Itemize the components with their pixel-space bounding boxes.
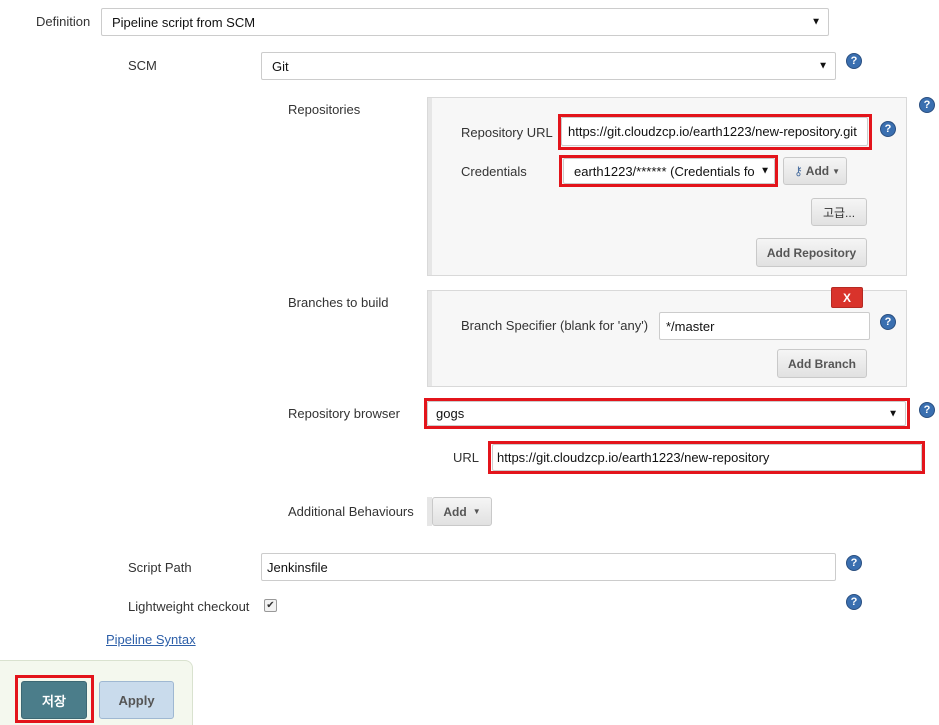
add-credentials-button[interactable]: ⚷ Add ▼: [783, 157, 847, 185]
repositories-label: Repositories: [288, 102, 361, 117]
browser-url-input[interactable]: https://git.cloudzcp.io/earth1223/new-re…: [492, 444, 922, 471]
definition-value: Pipeline script from SCM: [112, 14, 256, 30]
credentials-select[interactable]: earth1223/****** (Credentials fo ▼: [563, 158, 775, 184]
additional-behaviours-label: Additional Behaviours: [288, 504, 414, 519]
branches-label: Branches to build: [288, 295, 389, 310]
chevron-down-icon: ▼: [832, 166, 841, 176]
help-icon[interactable]: ?: [846, 594, 862, 610]
repository-browser-value: gogs: [436, 406, 465, 421]
add-behaviour-button[interactable]: Add ▼: [432, 497, 492, 526]
save-button[interactable]: 저장: [21, 681, 87, 719]
checkmark-icon: ✔: [266, 599, 275, 611]
script-path-label: Script Path: [128, 560, 192, 575]
apply-button[interactable]: Apply: [99, 681, 174, 719]
chevron-down-icon: ▼: [818, 60, 828, 72]
script-path-input[interactable]: Jenkinsfile: [261, 553, 836, 581]
help-icon[interactable]: ?: [919, 97, 935, 113]
lightweight-checkout-label: Lightweight checkout: [128, 599, 250, 614]
help-icon[interactable]: ?: [880, 121, 896, 137]
chevron-down-icon: ▼: [888, 408, 898, 419]
pipeline-syntax-link[interactable]: Pipeline Syntax: [106, 632, 196, 647]
help-icon[interactable]: ?: [880, 314, 896, 330]
scm-value: Git: [272, 58, 289, 74]
lightweight-checkout-checkbox[interactable]: ✔: [264, 599, 277, 612]
chevron-down-icon: ▼: [811, 16, 821, 28]
chevron-down-icon: ▼: [758, 165, 770, 177]
scm-select[interactable]: Git ▼: [261, 52, 836, 80]
key-icon: ⚷: [794, 164, 803, 178]
add-credentials-label: Add: [805, 164, 830, 178]
repository-url-label: Repository URL: [461, 125, 553, 140]
branch-specifier-label: Branch Specifier (blank for 'any'): [461, 318, 649, 333]
add-repository-button[interactable]: Add Repository: [756, 238, 867, 267]
help-icon[interactable]: ?: [846, 555, 862, 571]
help-icon[interactable]: ?: [846, 53, 862, 69]
help-icon[interactable]: ?: [919, 402, 935, 418]
credentials-label: Credentials: [461, 164, 527, 179]
definition-label: Definition: [36, 14, 91, 29]
repository-url-input[interactable]: https://git.cloudzcp.io/earth1223/new-re…: [561, 117, 868, 146]
browser-url-label: URL: [453, 450, 480, 465]
advanced-button[interactable]: 고급...: [811, 198, 867, 226]
add-branch-button[interactable]: Add Branch: [777, 349, 867, 378]
chevron-down-icon: ▼: [472, 507, 481, 516]
add-behaviour-label: Add: [443, 504, 467, 519]
delete-branch-button[interactable]: X: [831, 287, 863, 308]
scm-label: SCM: [128, 58, 157, 73]
definition-select[interactable]: Pipeline script from SCM ▼: [101, 8, 829, 36]
repository-browser-select[interactable]: gogs ▼: [427, 401, 906, 426]
repository-browser-label: Repository browser: [288, 406, 400, 421]
branch-specifier-input[interactable]: */master: [659, 312, 870, 340]
credentials-value: earth1223/****** (Credentials fo: [574, 163, 755, 179]
